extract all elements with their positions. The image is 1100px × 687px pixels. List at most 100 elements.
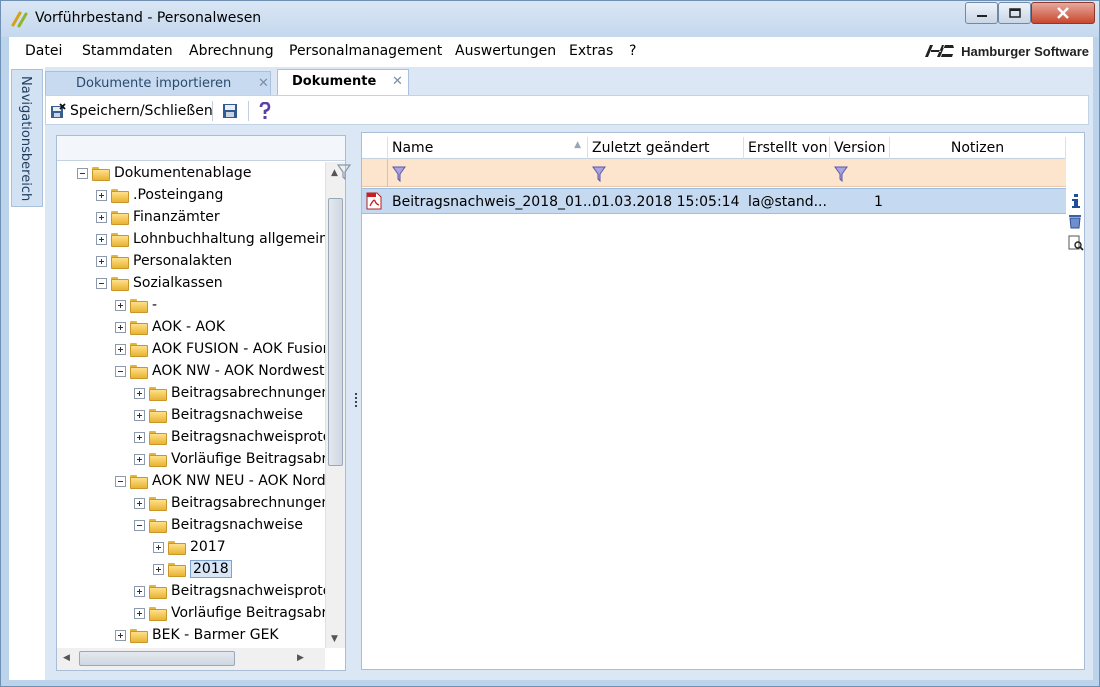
menu-auswertungen[interactable]: Auswertungen: [455, 43, 556, 59]
tree-node[interactable]: Vorläufige Beitragsabre: [134, 602, 329, 624]
collapse-icon[interactable]: [115, 365, 126, 377]
tree-node[interactable]: Beitragsnachweise: [134, 404, 303, 426]
expand-icon[interactable]: [134, 431, 145, 443]
tree-filter-icon[interactable]: [337, 164, 351, 180]
expand-icon[interactable]: [153, 563, 164, 575]
folder-icon: [168, 541, 186, 555]
col-modified-header[interactable]: Zuletzt geändert: [588, 137, 744, 159]
expand-icon[interactable]: [96, 189, 107, 201]
tree-node-label: Vorläufige Beitragsabre: [171, 451, 329, 467]
tree-node-label: AOK FUSION - AOK Fusion: [152, 341, 329, 357]
tree-node[interactable]: AOK - AOK: [115, 316, 225, 338]
tree-node-label: Dokumentenablage: [114, 165, 252, 181]
cell-modified: 01.03.2018 15:05:14: [592, 194, 740, 210]
menu-personalmanagement[interactable]: Personalmanagement: [289, 43, 442, 59]
splitter-grip[interactable]: [355, 393, 357, 409]
expand-icon[interactable]: [134, 585, 145, 597]
tree-node-label: AOK - AOK: [152, 319, 226, 335]
tree-node[interactable]: AOK NW - AOK Nordwest: [115, 360, 325, 382]
col-name-header[interactable]: Name ▲: [388, 137, 588, 159]
tree-node[interactable]: Sozialkassen: [96, 272, 223, 294]
menu-help[interactable]: ?: [629, 43, 636, 59]
expand-icon[interactable]: [134, 607, 145, 619]
expand-icon[interactable]: [134, 497, 145, 509]
tree-hscroll-thumb[interactable]: [79, 651, 235, 666]
expand-icon[interactable]: [115, 629, 126, 641]
tree-node[interactable]: -: [115, 294, 157, 316]
menu-stammdaten[interactable]: Stammdaten: [82, 43, 173, 59]
folder-icon: [149, 453, 167, 467]
minimize-button[interactable]: [965, 2, 998, 24]
menu-datei[interactable]: Datei: [25, 43, 62, 59]
close-tab-icon[interactable]: ✕: [258, 76, 269, 91]
tree-scroll-thumb[interactable]: [328, 198, 343, 466]
title-bar[interactable]: Vorführbestand - Personalwesen: [1, 1, 1099, 37]
menu-abrechnung[interactable]: Abrechnung: [189, 43, 274, 59]
tree-node[interactable]: Beitragsnachweise: [134, 514, 303, 536]
tree-node[interactable]: AOK NW NEU - AOK Nord: [115, 470, 326, 492]
close-tab-icon[interactable]: ✕: [392, 74, 403, 89]
folder-icon: [149, 497, 167, 511]
nav-label: Navigationsbereich: [18, 76, 33, 202]
expand-icon[interactable]: [153, 541, 164, 553]
delete-icon[interactable]: [1068, 213, 1082, 229]
tree-node[interactable]: Vorläufige Beitragsabre: [134, 448, 329, 470]
col-version-header[interactable]: Version: [830, 137, 890, 159]
folder-icon: [111, 255, 129, 269]
minimize-icon: [976, 15, 987, 17]
collapse-icon[interactable]: [96, 277, 107, 289]
preview-icon[interactable]: [1068, 235, 1084, 251]
tree-vertical-scrollbar[interactable]: ▲ ▼: [325, 162, 345, 648]
col-notes-header[interactable]: Notizen: [890, 137, 1066, 159]
maximize-button[interactable]: [998, 2, 1031, 24]
expand-icon[interactable]: [134, 387, 145, 399]
filter-name-icon[interactable]: [392, 166, 406, 182]
expand-icon[interactable]: [96, 255, 107, 267]
tree-node[interactable]: 2017: [153, 536, 226, 558]
collapse-icon[interactable]: [77, 167, 88, 179]
tab-dokumente[interactable]: Dokumente ✕: [277, 69, 409, 95]
tree-node[interactable]: AOK FUSION - AOK Fusion: [115, 338, 329, 360]
tree-node[interactable]: Personalakten: [96, 250, 232, 272]
scroll-left-icon[interactable]: ◀: [63, 653, 70, 663]
tree-node[interactable]: Beitragsnachweisprotok: [134, 580, 329, 602]
folder-tree[interactable]: Dokumentenablage .Posteingang Finanzämter L…: [69, 162, 329, 648]
scroll-down-icon[interactable]: ▼: [331, 634, 338, 644]
scroll-right-icon[interactable]: ▶: [297, 653, 304, 663]
tree-node[interactable]: Beitragsnachweisprotok: [134, 426, 329, 448]
tree-node-label: Beitragsabrechnungen: [171, 385, 329, 401]
tree-header: [57, 136, 345, 161]
navigation-area-toggle[interactable]: Navigationsbereich: [11, 69, 43, 207]
tree-horizontal-scrollbar[interactable]: ◀ ▶: [57, 648, 325, 670]
tree-node[interactable]: BEK - Barmer GEK: [115, 624, 279, 646]
collapse-icon[interactable]: [134, 519, 145, 531]
tree-node[interactable]: Dokumentenablage: [77, 162, 251, 184]
expand-icon[interactable]: [115, 343, 126, 355]
folder-icon: [130, 299, 148, 313]
hs-logo-icon: [925, 45, 955, 57]
tree-node[interactable]: Beitragsabrechnungen: [134, 492, 329, 514]
expand-icon[interactable]: [134, 453, 145, 465]
tree-node[interactable]: .Posteingang: [96, 184, 223, 206]
expand-icon[interactable]: [96, 211, 107, 223]
expand-icon[interactable]: [134, 409, 145, 421]
expand-icon[interactable]: [96, 233, 107, 245]
filter-version-icon[interactable]: [834, 166, 848, 182]
tab-dokumente-importieren[interactable]: Dokumente importieren ✕: [45, 71, 271, 95]
expand-icon[interactable]: [115, 321, 126, 333]
save-close-button[interactable]: Speichern/Schließen: [50, 100, 213, 122]
collapse-icon[interactable]: [115, 475, 126, 487]
info-icon[interactable]: [1070, 193, 1082, 209]
save-icon[interactable]: [222, 103, 238, 119]
tree-node[interactable]: Lohnbuchhaltung allgemein: [96, 228, 328, 250]
table-row[interactable]: Beitragsnachweis_2018_01... 01.03.2018 1…: [362, 188, 1066, 214]
tree-node[interactable]: Beitragsabrechnungen: [134, 382, 329, 404]
menu-extras[interactable]: Extras: [569, 43, 613, 59]
filter-modified-icon[interactable]: [592, 166, 606, 182]
tree-node[interactable]: Finanzämter: [96, 206, 220, 228]
help-icon[interactable]: [258, 102, 272, 120]
col-created-by-header[interactable]: Erstellt von: [744, 137, 830, 159]
close-window-button[interactable]: [1031, 2, 1095, 24]
expand-icon[interactable]: [115, 299, 126, 311]
tree-node[interactable]: 2018: [153, 558, 232, 580]
